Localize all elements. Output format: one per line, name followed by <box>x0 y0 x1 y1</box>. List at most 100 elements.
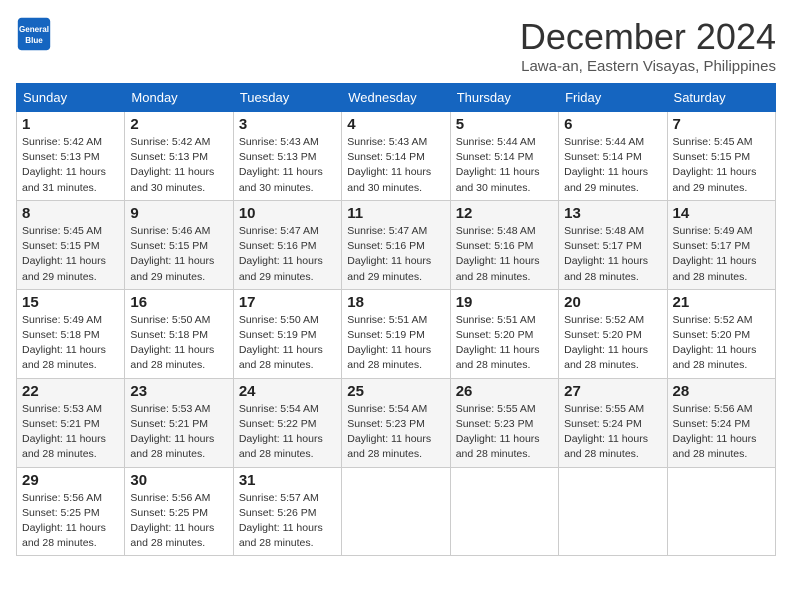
month-title: December 2024 <box>520 16 776 58</box>
table-row: 13 Sunrise: 5:48 AMSunset: 5:17 PMDayligh… <box>559 200 667 289</box>
table-row: 31 Sunrise: 5:57 AMSunset: 5:26 PMDayligh… <box>233 467 341 556</box>
day-number: 13 <box>564 205 661 222</box>
day-number: 6 <box>564 116 661 133</box>
logo: General Blue <box>16 16 52 52</box>
day-info: Sunrise: 5:51 AMSunset: 5:19 PMDaylight:… <box>347 313 444 374</box>
title-block: December 2024 Lawa-an, Eastern Visayas, … <box>520 16 776 75</box>
day-number: 10 <box>239 205 336 222</box>
table-row: 1 Sunrise: 5:42 AMSunset: 5:13 PMDaylight… <box>17 112 125 201</box>
day-number: 5 <box>456 116 553 133</box>
day-info: Sunrise: 5:44 AMSunset: 5:14 PMDaylight:… <box>564 135 661 196</box>
day-info: Sunrise: 5:53 AMSunset: 5:21 PMDaylight:… <box>22 402 119 463</box>
day-info: Sunrise: 5:42 AMSunset: 5:13 PMDaylight:… <box>22 135 119 196</box>
table-row: 4 Sunrise: 5:43 AMSunset: 5:14 PMDaylight… <box>342 112 450 201</box>
day-info: Sunrise: 5:47 AMSunset: 5:16 PMDaylight:… <box>347 224 444 285</box>
calendar-table: Sunday Monday Tuesday Wednesday Thursday… <box>16 83 776 556</box>
day-info: Sunrise: 5:50 AMSunset: 5:18 PMDaylight:… <box>130 313 227 374</box>
day-number: 29 <box>22 472 119 489</box>
table-row: 16 Sunrise: 5:50 AMSunset: 5:18 PMDayligh… <box>125 289 233 378</box>
table-row: 9 Sunrise: 5:46 AMSunset: 5:15 PMDaylight… <box>125 200 233 289</box>
table-row: 29 Sunrise: 5:56 AMSunset: 5:25 PMDayligh… <box>17 467 125 556</box>
table-row <box>342 467 450 556</box>
day-info: Sunrise: 5:51 AMSunset: 5:20 PMDaylight:… <box>456 313 553 374</box>
col-thursday: Thursday <box>450 84 558 112</box>
day-number: 19 <box>456 294 553 311</box>
day-info: Sunrise: 5:49 AMSunset: 5:18 PMDaylight:… <box>22 313 119 374</box>
calendar-week-row: 1 Sunrise: 5:42 AMSunset: 5:13 PMDaylight… <box>17 112 776 201</box>
day-number: 7 <box>673 116 770 133</box>
table-row: 22 Sunrise: 5:53 AMSunset: 5:21 PMDayligh… <box>17 378 125 467</box>
day-info: Sunrise: 5:45 AMSunset: 5:15 PMDaylight:… <box>673 135 770 196</box>
day-info: Sunrise: 5:42 AMSunset: 5:13 PMDaylight:… <box>130 135 227 196</box>
day-info: Sunrise: 5:48 AMSunset: 5:16 PMDaylight:… <box>456 224 553 285</box>
day-number: 4 <box>347 116 444 133</box>
table-row: 21 Sunrise: 5:52 AMSunset: 5:20 PMDayligh… <box>667 289 775 378</box>
day-info: Sunrise: 5:56 AMSunset: 5:25 PMDaylight:… <box>130 491 227 552</box>
table-row: 30 Sunrise: 5:56 AMSunset: 5:25 PMDayligh… <box>125 467 233 556</box>
svg-text:Blue: Blue <box>25 36 43 45</box>
day-number: 20 <box>564 294 661 311</box>
day-info: Sunrise: 5:50 AMSunset: 5:19 PMDaylight:… <box>239 313 336 374</box>
day-info: Sunrise: 5:46 AMSunset: 5:15 PMDaylight:… <box>130 224 227 285</box>
day-number: 18 <box>347 294 444 311</box>
table-row <box>559 467 667 556</box>
day-number: 14 <box>673 205 770 222</box>
day-info: Sunrise: 5:52 AMSunset: 5:20 PMDaylight:… <box>673 313 770 374</box>
table-row: 19 Sunrise: 5:51 AMSunset: 5:20 PMDayligh… <box>450 289 558 378</box>
page-header: General Blue December 2024 Lawa-an, East… <box>16 16 776 75</box>
table-row: 17 Sunrise: 5:50 AMSunset: 5:19 PMDayligh… <box>233 289 341 378</box>
table-row: 10 Sunrise: 5:47 AMSunset: 5:16 PMDayligh… <box>233 200 341 289</box>
col-sunday: Sunday <box>17 84 125 112</box>
day-number: 9 <box>130 205 227 222</box>
day-info: Sunrise: 5:43 AMSunset: 5:14 PMDaylight:… <box>347 135 444 196</box>
day-info: Sunrise: 5:57 AMSunset: 5:26 PMDaylight:… <box>239 491 336 552</box>
day-info: Sunrise: 5:49 AMSunset: 5:17 PMDaylight:… <box>673 224 770 285</box>
table-row: 24Sunrise: 5:54 AMSunset: 5:22 PMDayligh… <box>233 378 341 467</box>
table-row: 7 Sunrise: 5:45 AMSunset: 5:15 PMDaylight… <box>667 112 775 201</box>
table-row: 6 Sunrise: 5:44 AMSunset: 5:14 PMDaylight… <box>559 112 667 201</box>
col-saturday: Saturday <box>667 84 775 112</box>
table-row <box>450 467 558 556</box>
day-info: Sunrise: 5:48 AMSunset: 5:17 PMDaylight:… <box>564 224 661 285</box>
table-row: 8 Sunrise: 5:45 AMSunset: 5:15 PMDaylight… <box>17 200 125 289</box>
day-number: 30 <box>130 472 227 489</box>
table-row <box>667 467 775 556</box>
day-number: 21 <box>673 294 770 311</box>
table-row: 2 Sunrise: 5:42 AMSunset: 5:13 PMDaylight… <box>125 112 233 201</box>
table-row: 3Sunrise: 5:43 AMSunset: 5:13 PMDaylight… <box>233 112 341 201</box>
calendar-week-row: 8 Sunrise: 5:45 AMSunset: 5:15 PMDaylight… <box>17 200 776 289</box>
table-row: 5Sunrise: 5:44 AMSunset: 5:14 PMDaylight… <box>450 112 558 201</box>
day-number: 25 <box>347 383 444 400</box>
calendar-header-row: Sunday Monday Tuesday Wednesday Thursday… <box>17 84 776 112</box>
day-number: 16 <box>130 294 227 311</box>
day-info: Sunrise: 5:53 AMSunset: 5:21 PMDaylight:… <box>130 402 227 463</box>
day-number: 15 <box>22 294 119 311</box>
table-row: 28 Sunrise: 5:56 AMSunset: 5:24 PMDayligh… <box>667 378 775 467</box>
day-number: 27 <box>564 383 661 400</box>
day-info: Sunrise: 5:45 AMSunset: 5:15 PMDaylight:… <box>22 224 119 285</box>
table-row: 25Sunrise: 5:54 AMSunset: 5:23 PMDayligh… <box>342 378 450 467</box>
day-number: 2 <box>130 116 227 133</box>
day-info: Sunrise: 5:43 AMSunset: 5:13 PMDaylight:… <box>239 135 336 196</box>
calendar-week-row: 15 Sunrise: 5:49 AMSunset: 5:18 PMDayligh… <box>17 289 776 378</box>
day-number: 8 <box>22 205 119 222</box>
table-row: 15 Sunrise: 5:49 AMSunset: 5:18 PMDayligh… <box>17 289 125 378</box>
table-row: 12 Sunrise: 5:48 AMSunset: 5:16 PMDayligh… <box>450 200 558 289</box>
day-info: Sunrise: 5:47 AMSunset: 5:16 PMDaylight:… <box>239 224 336 285</box>
day-number: 12 <box>456 205 553 222</box>
day-number: 24 <box>239 383 336 400</box>
day-number: 28 <box>673 383 770 400</box>
day-number: 11 <box>347 205 444 222</box>
day-number: 31 <box>239 472 336 489</box>
col-tuesday: Tuesday <box>233 84 341 112</box>
table-row: 23 Sunrise: 5:53 AMSunset: 5:21 PMDayligh… <box>125 378 233 467</box>
table-row: 18 Sunrise: 5:51 AMSunset: 5:19 PMDayligh… <box>342 289 450 378</box>
day-number: 23 <box>130 383 227 400</box>
table-row: 20Sunrise: 5:52 AMSunset: 5:20 PMDayligh… <box>559 289 667 378</box>
day-number: 1 <box>22 116 119 133</box>
day-info: Sunrise: 5:56 AMSunset: 5:25 PMDaylight:… <box>22 491 119 552</box>
day-number: 22 <box>22 383 119 400</box>
day-info: Sunrise: 5:56 AMSunset: 5:24 PMDaylight:… <box>673 402 770 463</box>
day-number: 17 <box>239 294 336 311</box>
svg-text:General: General <box>19 25 49 34</box>
